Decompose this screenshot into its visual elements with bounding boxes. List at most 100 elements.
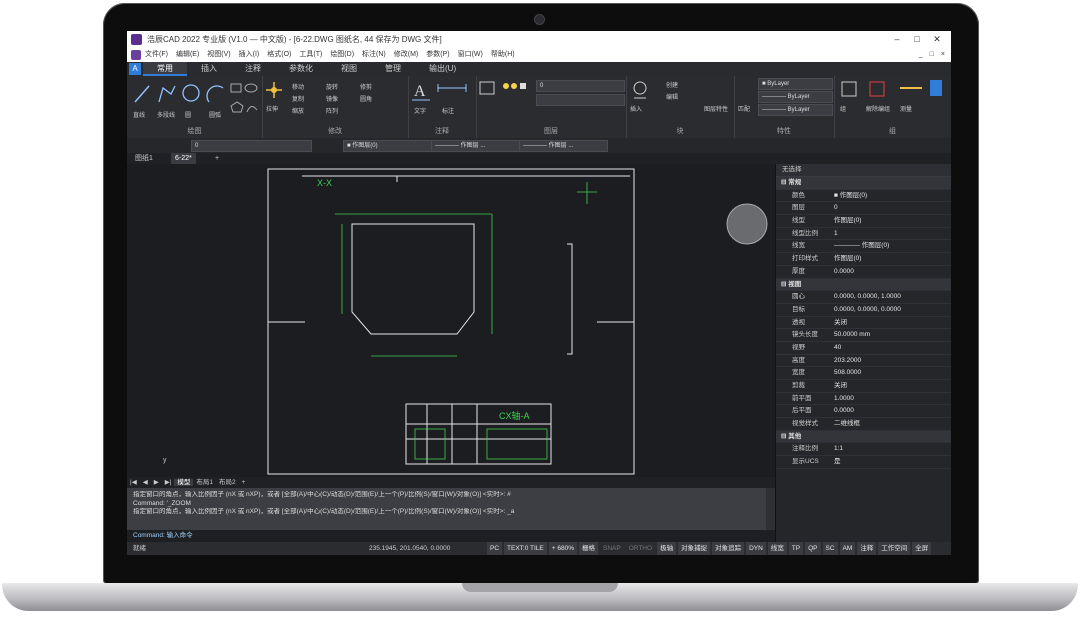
ribbon-tab[interactable]: 视图 [327,62,371,76]
status-toggle[interactable]: PC [487,542,503,555]
status-toggle[interactable]: TP [788,542,804,555]
command-input[interactable]: Command: 输入命令 [127,530,775,542]
status-toggle[interactable]: 工作空间 [878,542,911,555]
layer-dropdown[interactable]: 0 [536,80,625,92]
ribbon-tab[interactable]: 管理 [371,62,415,76]
layout-tab[interactable]: |◀ [127,479,140,486]
modify-trim-label: 修剪 [360,85,373,91]
maximize-button[interactable]: □ [907,31,927,48]
layout-tab[interactable]: 模型 [174,479,194,486]
property-row[interactable]: 目标 0.0000, 0.0000, 0.0000 [776,304,951,317]
layout-tab[interactable]: ▶| [162,479,175,486]
property-row[interactable]: 圆心 0.0000, 0.0000, 1.0000 [776,291,951,304]
application-button[interactable]: A [129,63,141,75]
menu-item[interactable]: 插入(I) [239,48,260,62]
group-icons[interactable] [834,76,951,106]
draw-tools-icons[interactable] [127,76,262,126]
property-row[interactable]: 线型比例 1 [776,228,951,241]
status-toggle[interactable]: 栅格 [579,542,598,555]
menu-window-control[interactable]: _ [919,48,923,62]
ribbon-tab[interactable]: 注释 [231,62,275,76]
status-toggle[interactable]: DYN [746,542,766,555]
layout-tab[interactable]: 布局1 [193,479,216,486]
doc-tab-active[interactable]: 6-22* [171,153,196,164]
menu-item[interactable]: 标注(N) [362,48,386,62]
property-row[interactable]: 宽度 508.0000 [776,367,951,380]
drawing-canvas[interactable]: X-X CX轴-A y [127,164,775,477]
property-row[interactable]: 剪裁 关闭 [776,380,951,393]
toolbar-color-dropdown[interactable]: ■ 作图层(0) [343,140,432,152]
command-scrollbar[interactable] [766,488,775,530]
status-toggle[interactable]: TEXT:0 TILE [504,542,547,555]
menu-item[interactable]: 参数(P) [426,48,449,62]
property-row[interactable]: 图层 0 [776,202,951,216]
property-row[interactable]: 镜头长度 50.0000 mm [776,329,951,342]
layer-state-dropdown[interactable] [536,94,625,106]
menu-app-icon[interactable] [131,50,141,60]
menu-window-control[interactable]: × [941,48,945,62]
status-toggle[interactable]: 对象追踪 [712,542,745,555]
ribbon-tab[interactable]: 常用 [143,62,187,76]
status-toggle[interactable]: 线宽 [767,542,787,555]
status-toggle[interactable]: SNAP [600,542,624,555]
toolbar-layer-dropdown[interactable]: 0 [191,140,312,152]
menu-item[interactable]: 格式(O) [267,48,291,62]
property-value: ■ 作图层(0) [834,191,868,199]
menu-item[interactable]: 修改(M) [394,48,419,62]
property-row[interactable]: 透视 关闭 [776,317,951,330]
property-row[interactable]: 打印样式 作图层(0) [776,253,951,266]
modify-fillet-label: 圆角 [360,97,373,103]
layout-tab[interactable]: ▶ [151,479,162,486]
menu-window-control[interactable]: □ [930,48,934,62]
property-row[interactable]: 高度 203.2000 [776,355,951,368]
menu-item[interactable]: 窗口(W) [458,48,483,62]
menu-item[interactable]: 绘图(D) [330,48,354,62]
property-row[interactable]: 显示UCS 是 [776,456,951,469]
property-row[interactable]: 视野 40 [776,342,951,355]
linetype-dropdown[interactable]: ———— ByLayer [758,91,833,103]
property-row[interactable]: 前平面 1.0000 [776,393,951,406]
layout-tab[interactable]: ◀ [140,479,151,486]
property-row[interactable]: 后平面 0.0000 [776,405,951,419]
doc-tab-new[interactable]: + [211,153,223,164]
status-toggle[interactable]: 对象捕捉 [678,542,711,555]
ribbon-tab[interactable]: 参数化 [275,62,327,76]
ribbon-tab[interactable]: 输出(U) [415,62,470,76]
color-dropdown[interactable]: ■ ByLayer [758,78,833,90]
menu-item[interactable]: 编辑(E) [176,48,199,62]
lineweight-dropdown[interactable]: ———— ByLayer [758,104,833,116]
property-section[interactable]: ⊟ 常规 [776,177,951,190]
annotation-text-label: 文字 [414,109,427,115]
minimize-button[interactable]: – [887,31,907,48]
menu-item[interactable]: 工具(T) [299,48,322,62]
status-toggle[interactable]: + 680% [548,542,577,555]
property-section[interactable]: ⊟ 其他 [776,430,951,444]
doc-tab-drawing1[interactable]: 图纸1 [131,153,157,164]
property-row[interactable]: 颜色 ■ 作图层(0) [776,190,951,203]
layout-tab[interactable]: + [239,479,249,486]
properties-header[interactable]: 无选择 [776,164,951,177]
property-row[interactable]: 厚度 0.0000 [776,266,951,279]
cad-drawing[interactable]: X-X CX轴-A y [127,164,775,477]
toolbar-linetype-dropdown[interactable]: ———— 作图层 ... [431,140,520,152]
toolbar-lineweight-dropdown[interactable]: ———— 作图层 ... [519,140,608,152]
ribbon-tab[interactable]: 插入 [187,62,231,76]
menu-item[interactable]: 帮助(H) [491,48,515,62]
annotation-icons[interactable]: A [408,76,476,106]
property-section[interactable]: ⊟ 视图 [776,278,951,292]
status-toggle[interactable]: 注释 [857,542,877,555]
status-toggle[interactable]: QP [805,542,821,555]
layout-tab[interactable]: 布局2 [216,479,239,486]
status-toggle[interactable]: ORTHO [626,542,655,555]
menu-item[interactable]: 视图(V) [207,48,230,62]
status-toggle[interactable]: SC [822,542,838,555]
property-row[interactable]: 视觉样式 二维线框 [776,418,951,431]
property-row[interactable]: 注释比例 1:1 [776,443,951,457]
property-row[interactable]: 线宽 ———— 作图层(0) [776,240,951,254]
status-toggle[interactable]: 全屏 [912,542,932,555]
status-toggle[interactable]: AM [839,542,856,555]
menu-item[interactable]: 文件(F) [145,48,168,62]
close-button[interactable]: ✕ [927,31,947,48]
property-row[interactable]: 线型 作图层(0) [776,215,951,228]
status-toggle[interactable]: 极轴 [657,542,677,555]
